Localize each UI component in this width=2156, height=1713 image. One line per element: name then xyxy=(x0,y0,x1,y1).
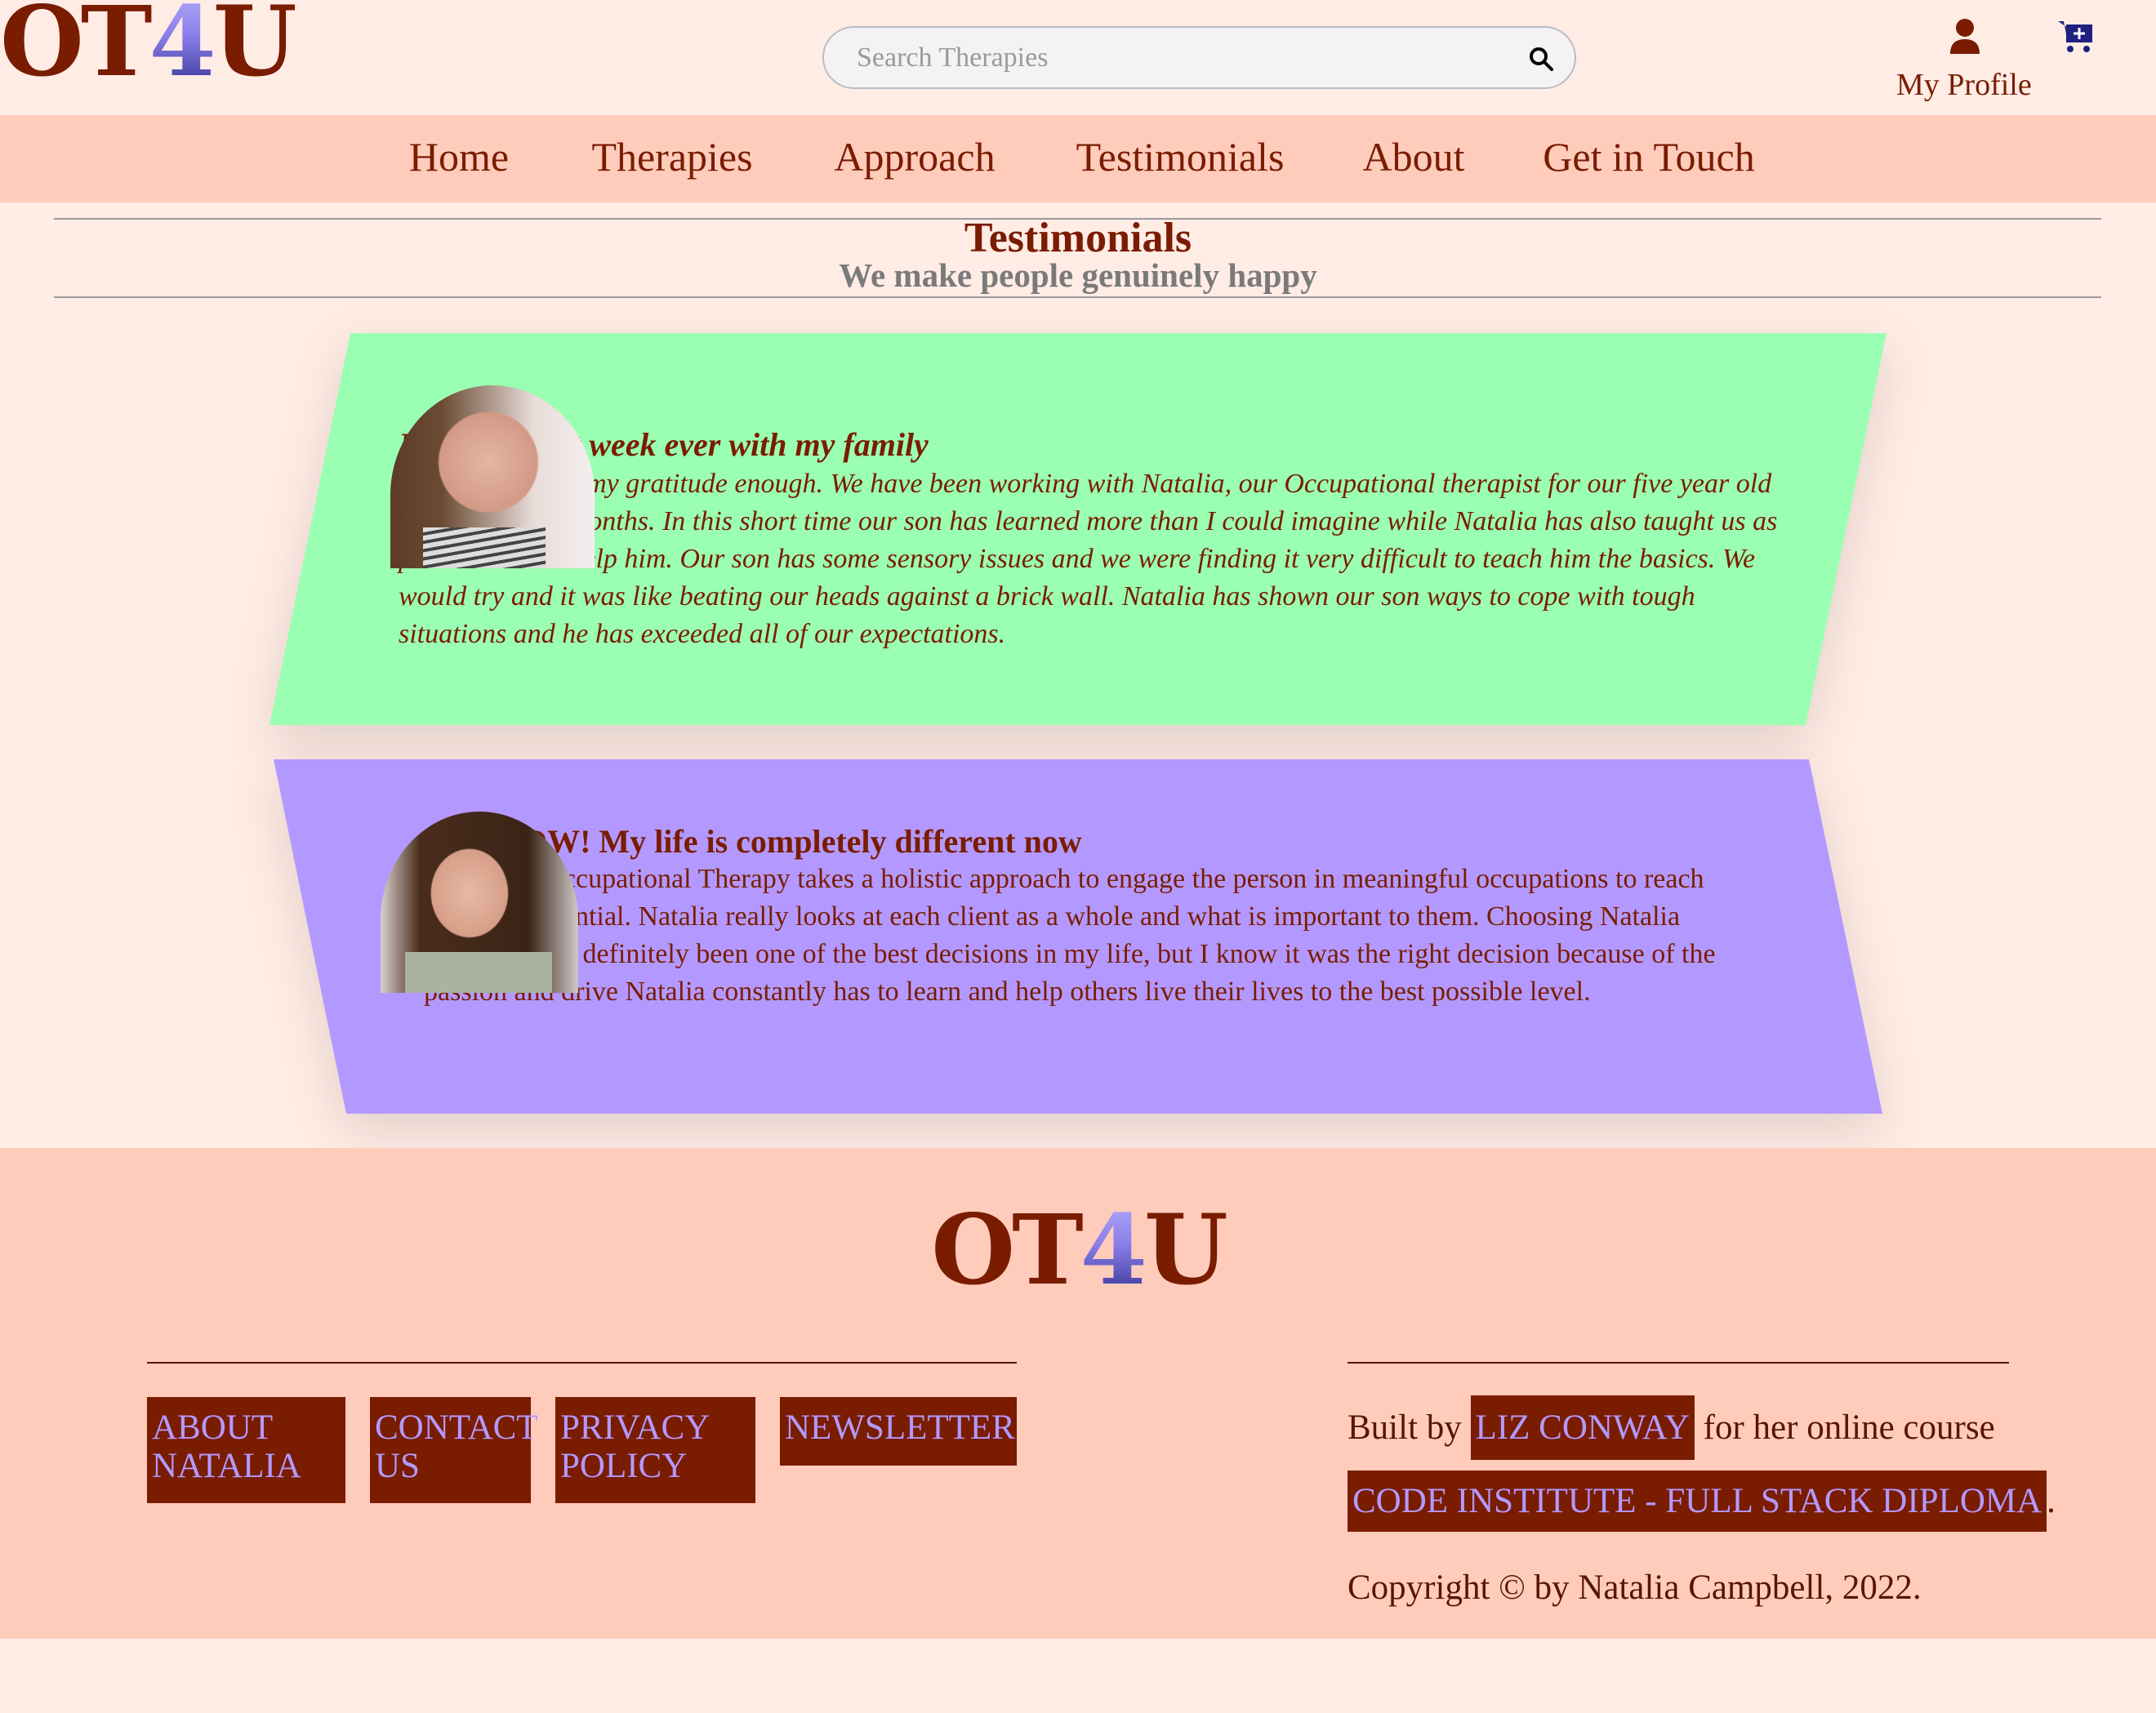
copyright: Copyright © by Natalia Campbell, 2022. xyxy=(1348,1568,1922,1607)
nav-therapies[interactable]: Therapies xyxy=(591,133,752,180)
footer-link-newsletter[interactable]: Newsletter xyxy=(780,1397,1017,1466)
nav-get-in-touch[interactable]: Get in Touch xyxy=(1543,133,1754,180)
footer-link-privacy-policy[interactable]: Privacy Policy xyxy=(555,1397,755,1503)
nav-testimonials[interactable]: Testimonials xyxy=(1076,133,1285,180)
footer-link-about-natalia[interactable]: About Natalia xyxy=(147,1397,345,1503)
built-by-text: Built by LIZ CONWAY for her online cours… xyxy=(1348,1395,1995,1460)
divider xyxy=(1348,1362,2009,1364)
page-subtitle: We make people genuinely happy xyxy=(839,256,1317,294)
logo-text: OT xyxy=(931,1193,1084,1306)
user-icon xyxy=(1950,19,1980,54)
footer: OT4U About Natalia Contact Us Privacy Po… xyxy=(0,1148,2156,1639)
logo-four: 4 xyxy=(1080,1193,1147,1306)
course-text: CODE INSTITUTE - FULL STACK DIPLOMA. xyxy=(1348,1471,2056,1532)
testimonial-card: I had the best week ever with my family I… xyxy=(270,333,1886,725)
testimonial-title: I had the best week ever with my family xyxy=(399,426,929,463)
logo-text: U xyxy=(1143,1193,1228,1306)
cart-plus-icon[interactable] xyxy=(2056,18,2094,54)
nav-approach[interactable]: Approach xyxy=(834,133,995,180)
author-link[interactable]: LIZ CONWAY xyxy=(1470,1395,1695,1460)
footer-link-contact-us[interactable]: Contact Us xyxy=(370,1397,538,1503)
testimonial-text: WOW! My life is completely different now… xyxy=(424,823,1755,1011)
search-input[interactable] xyxy=(857,36,1494,80)
footer-logo[interactable]: OT4U xyxy=(0,1202,2156,1298)
course-link[interactable]: CODE INSTITUTE - FULL STACK DIPLOMA xyxy=(1348,1471,2047,1532)
divider xyxy=(54,296,2101,298)
divider xyxy=(147,1362,1017,1364)
nav-home[interactable]: Home xyxy=(409,133,509,180)
logo-text: OT xyxy=(0,0,153,98)
my-profile-label[interactable]: My Profile xyxy=(1896,67,2032,103)
nav-about[interactable]: About xyxy=(1363,133,1465,180)
search-icon[interactable] xyxy=(1528,46,1554,72)
testimonial-card: WOW! My life is completely different now… xyxy=(274,759,1882,1114)
header: OT4U My Profile xyxy=(0,0,2156,115)
search-bar xyxy=(822,26,1576,89)
testimonial-text: I had the best week ever with my family I… xyxy=(399,426,1787,653)
testimonial-title: WOW! My life is completely different now xyxy=(489,823,1082,860)
logo-four: 4 xyxy=(149,0,216,98)
logo[interactable]: OT4U xyxy=(0,0,297,90)
logo-text: U xyxy=(212,0,297,98)
main-nav: Home Therapies Approach Testimonials Abo… xyxy=(0,115,2156,202)
